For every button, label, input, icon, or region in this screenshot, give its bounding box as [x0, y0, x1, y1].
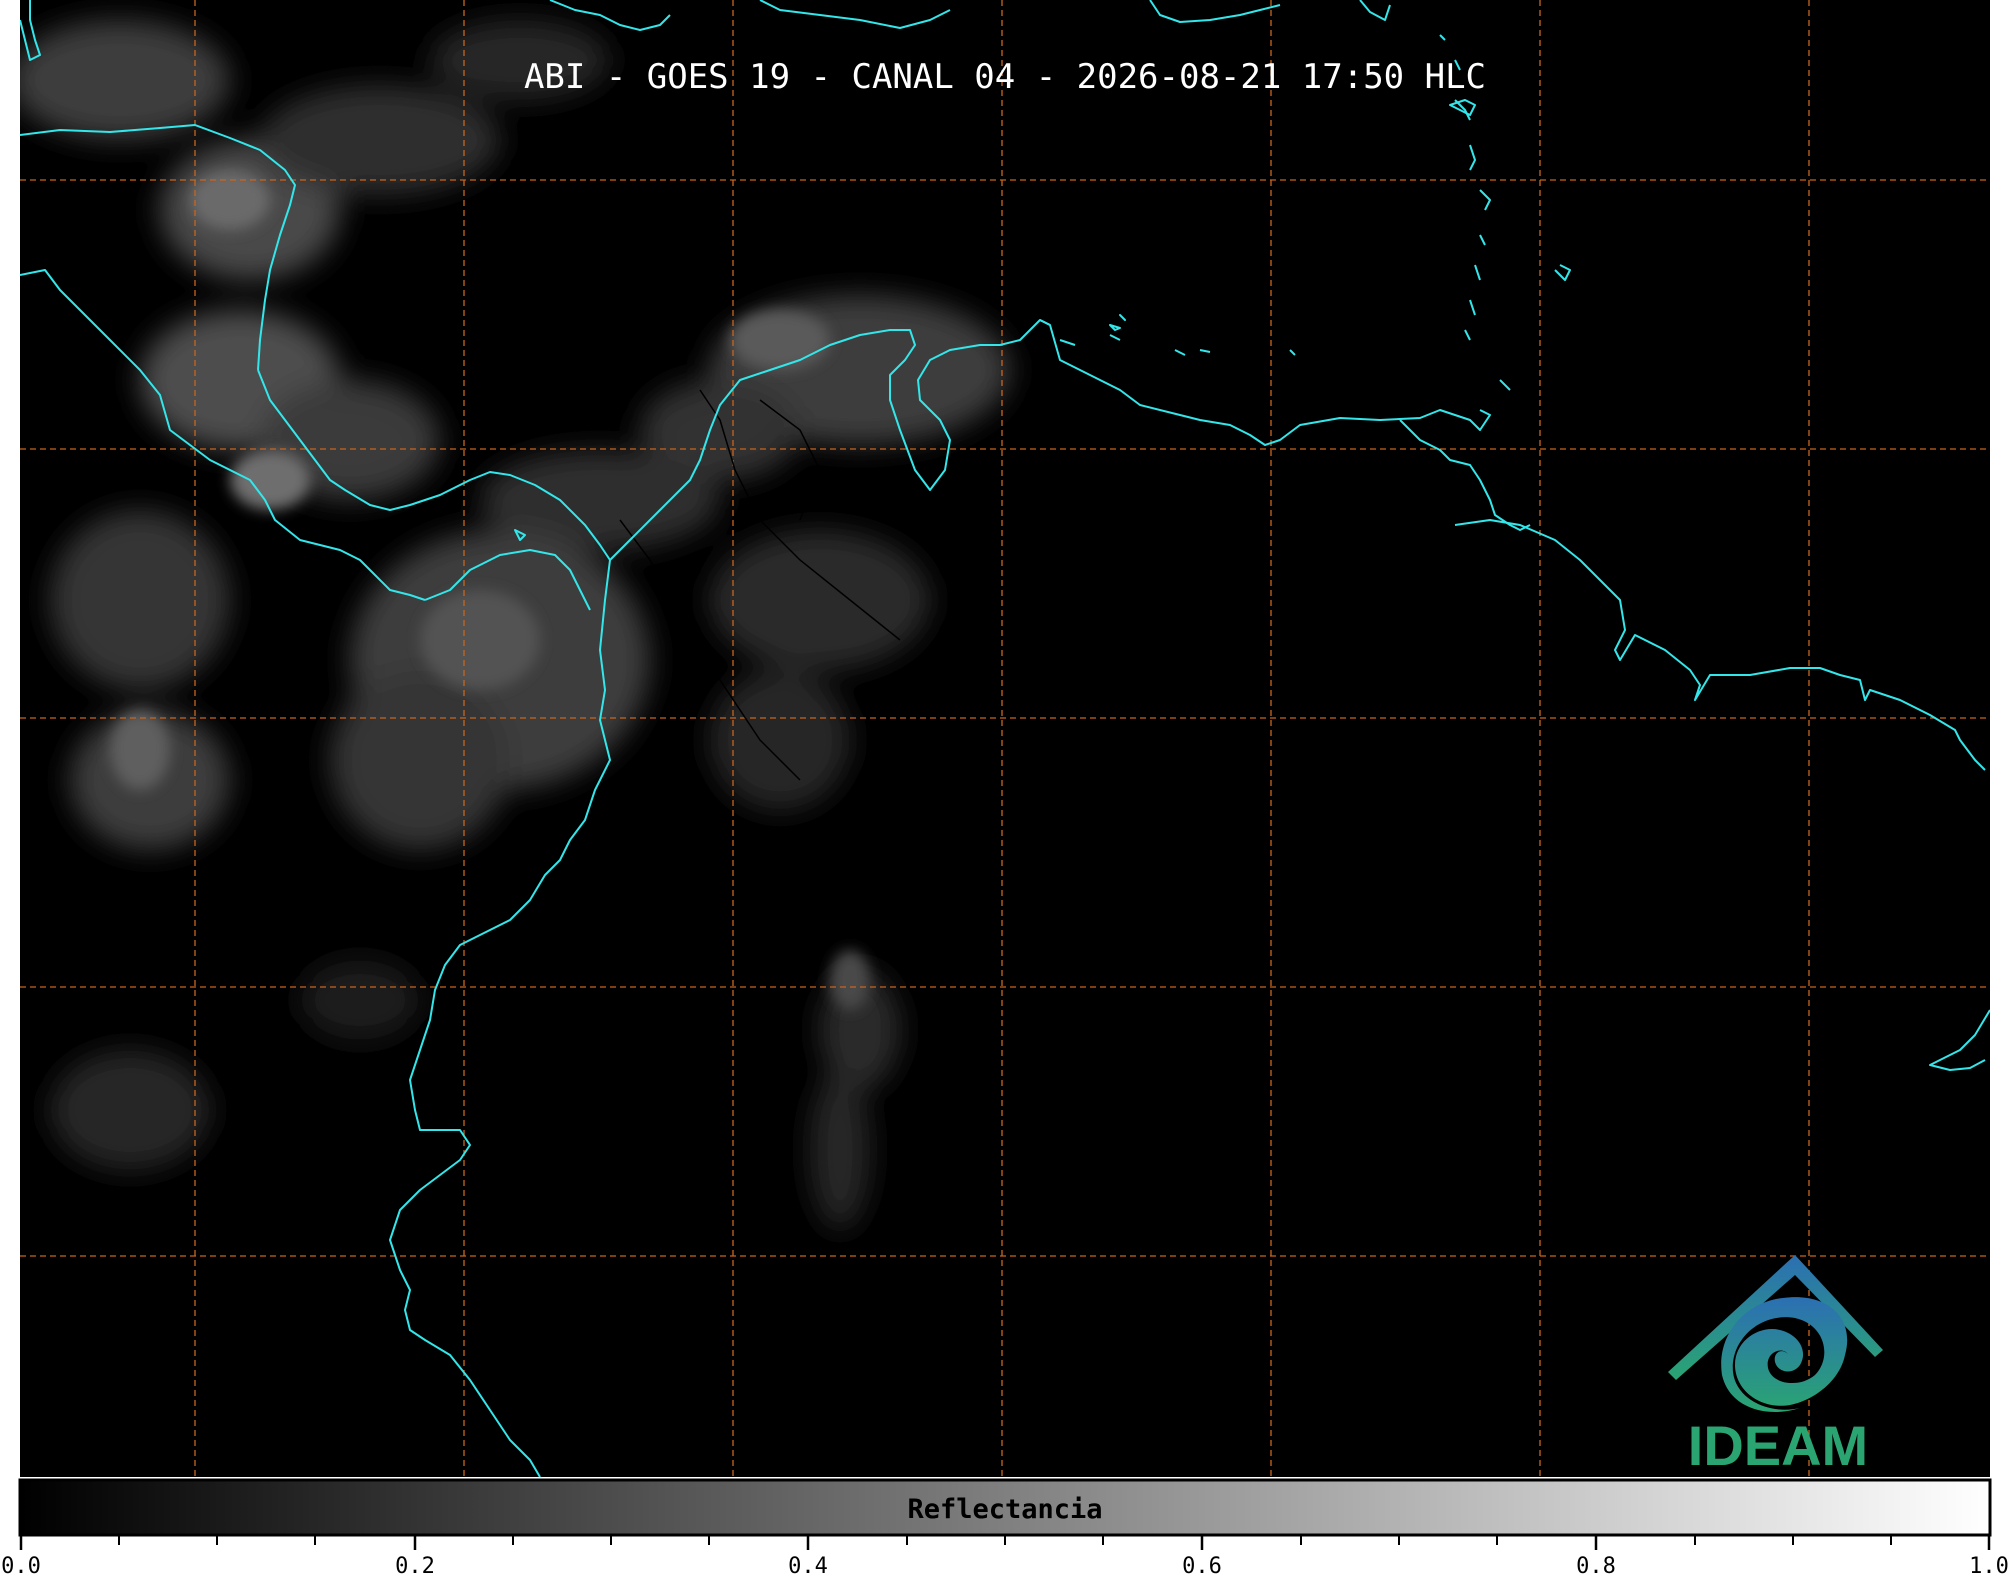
map-title: ABI - GOES 19 - CANAL 04 - 2026-08-21 17… — [524, 57, 1486, 97]
figure-svg: ABI - GOES 19 - CANAL 04 - 2026-08-21 17… — [1, 0, 2009, 1579]
colorbar-tick-label: 0.0 — [1, 1554, 41, 1577]
colorbar-tick-label: 0.6 — [1182, 1554, 1222, 1577]
satellite-figure: ABI - GOES 19 - CANAL 04 - 2026-08-21 17… — [0, 0, 2011, 1579]
colorbar-tick-label: 0.8 — [1576, 1554, 1616, 1577]
colorbar-tick-label: 0.2 — [395, 1554, 435, 1577]
colorbar: Reflectancia 0.0 0.2 0.4 0.6 0.8 1.0 — [1, 1478, 2009, 1579]
colorbar-label: Reflectancia — [907, 1494, 1102, 1525]
logo-text: IDEAM — [1688, 1414, 1868, 1477]
colorbar-tick-label: 1.0 — [1969, 1554, 2009, 1577]
colorbar-tick-label: 0.4 — [788, 1554, 828, 1577]
